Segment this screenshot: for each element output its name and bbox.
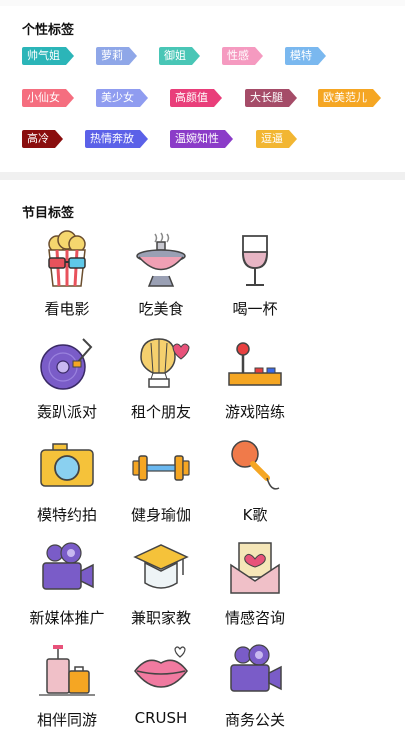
video-camera-icon [42,542,94,590]
graduation-cap-icon [133,544,189,589]
program-label: 吃美食 [138,300,184,318]
program-label: 看电影 [44,300,90,318]
program-label: CRUSH [134,709,188,727]
program-item-emotion[interactable]: 情感咨询 [211,539,299,628]
popcorn-3d-glasses-icon [48,230,86,287]
section-divider [0,172,405,180]
program-item-tutor[interactable]: 兼职家教 [117,539,205,628]
program-item-fitness[interactable]: 健身瑜伽 [117,436,205,525]
program-label: 新媒体推广 [29,609,105,627]
dumbbell-icon [132,455,190,481]
program-item-rent-friend[interactable]: 租个朋友 [117,333,205,422]
vinyl-record-icon [40,338,93,390]
program-label: 模特约拍 [36,506,97,524]
program-label: 兼职家教 [130,609,191,627]
video-camera-icon [230,644,282,692]
microphone-icon [231,440,280,490]
hot-air-balloon-icon [140,338,190,388]
tag-item[interactable]: 大长腿 [245,89,297,107]
tag-item[interactable]: 帅气姐 [22,47,74,65]
tag-item[interactable]: 高颜值 [170,89,222,107]
lips-icon [134,646,188,688]
program-item-drink[interactable]: 喝一杯 [211,230,299,319]
tag-item[interactable]: 美少女 [96,89,148,107]
program-item-travel[interactable]: 相伴同游 [23,641,111,730]
tag-item[interactable]: 小仙女 [22,89,74,107]
program-label: 轰趴派对 [36,403,97,421]
tag-item[interactable]: 热情奔放 [85,130,148,148]
program-label: 相伴同游 [36,711,97,729]
program-item-party[interactable]: 轰趴派对 [23,333,111,422]
luggage-icon [39,645,95,696]
tag-item[interactable]: 御姐 [159,47,200,65]
program-label: 情感咨询 [224,609,285,627]
personality-tags-title: 个性标签 [22,23,75,38]
program-item-photo[interactable]: 模特约拍 [23,436,111,525]
program-item-new-media[interactable]: 新媒体推广 [23,539,111,628]
tag-item[interactable]: 逗逼 [256,130,297,148]
tag-item[interactable]: 高冷 [22,130,63,148]
tag-item[interactable]: 模特 [285,47,326,65]
program-label: 商务公关 [224,711,285,729]
top-edge [0,0,405,6]
wine-glass-icon [242,235,268,286]
tag-item[interactable]: 萝莉 [96,47,137,65]
program-item-crush[interactable]: CRUSH [117,641,205,727]
program-label: 健身瑜伽 [130,506,191,524]
program-label: 游戏陪练 [224,403,285,421]
love-letter-icon [230,542,280,594]
program-item-movie[interactable]: 看电影 [23,230,111,319]
program-item-business-pr[interactable]: 商务公关 [211,641,299,730]
program-label: 租个朋友 [130,403,191,421]
program-tags-title: 节目标签 [22,206,75,221]
program-item-food[interactable]: 吃美食 [117,230,205,319]
hotpot-icon [136,232,186,287]
tag-item[interactable]: 欧美范儿 [318,89,381,107]
tag-item[interactable]: 温婉知性 [170,130,233,148]
program-item-game[interactable]: 游戏陪练 [211,333,299,422]
program-label: K歌 [242,506,268,524]
program-label: 喝一杯 [232,300,278,318]
camera-icon [40,443,94,487]
program-item-karaoke[interactable]: K歌 [211,436,299,525]
arcade-joystick-icon [228,342,282,386]
tag-item[interactable]: 性感 [222,47,263,65]
